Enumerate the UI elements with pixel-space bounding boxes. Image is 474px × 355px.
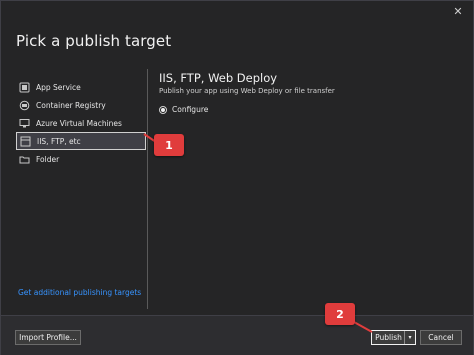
target-item-label: Container Registry: [36, 100, 106, 110]
close-button[interactable]: ✕: [447, 3, 469, 21]
dialog-title: Pick a publish target: [16, 32, 172, 50]
dialog-content: App Service Container Registry Azure Vir…: [1, 65, 474, 313]
app-service-icon: [18, 81, 30, 93]
detail-subtitle: Publish your app using Web Deploy or fil…: [159, 87, 335, 95]
target-item-label: Folder: [36, 154, 60, 164]
target-item-label: IIS, FTP, etc: [37, 136, 81, 146]
publish-button[interactable]: Publish ▾: [371, 330, 416, 345]
target-item-virtual-machines[interactable]: Azure Virtual Machines: [16, 114, 146, 132]
detail-title: IIS, FTP, Web Deploy: [159, 71, 278, 85]
target-list: App Service Container Registry Azure Vir…: [13, 71, 147, 307]
virtual-machine-icon: [18, 117, 30, 129]
configure-label: Configure: [172, 105, 209, 114]
publish-dropdown-caret-icon[interactable]: ▾: [404, 331, 415, 344]
publish-dialog: ✕ Pick a publish target App Service Cont…: [0, 0, 474, 355]
folder-icon: [18, 153, 30, 165]
container-registry-icon: [18, 99, 30, 111]
globe-icon: [19, 135, 31, 147]
configure-option[interactable]: Configure: [159, 105, 459, 114]
target-item-folder[interactable]: Folder: [16, 150, 146, 168]
callout-badge-2: 2: [325, 303, 355, 325]
target-item-app-service[interactable]: App Service: [16, 78, 146, 96]
target-item-iis-ftp[interactable]: IIS, FTP, etc: [16, 132, 146, 150]
target-item-container-registry[interactable]: Container Registry: [16, 96, 146, 114]
additional-targets-link[interactable]: Get additional publishing targets: [18, 288, 141, 297]
configure-radio[interactable]: [159, 105, 167, 114]
cancel-button[interactable]: Cancel: [420, 330, 462, 345]
radio-selected-dot: [161, 107, 165, 112]
dialog-footer: Import Profile... Publish ▾ Cancel: [1, 315, 473, 355]
publish-label: Publish: [375, 333, 402, 342]
callout-badge-1: 1: [154, 134, 184, 156]
pane-divider: [147, 69, 148, 309]
target-item-label: Azure Virtual Machines: [36, 118, 122, 128]
import-profile-button[interactable]: Import Profile...: [15, 330, 81, 345]
target-item-label: App Service: [36, 82, 81, 92]
target-detail: IIS, FTP, Web Deploy Publish your app us…: [159, 71, 459, 114]
